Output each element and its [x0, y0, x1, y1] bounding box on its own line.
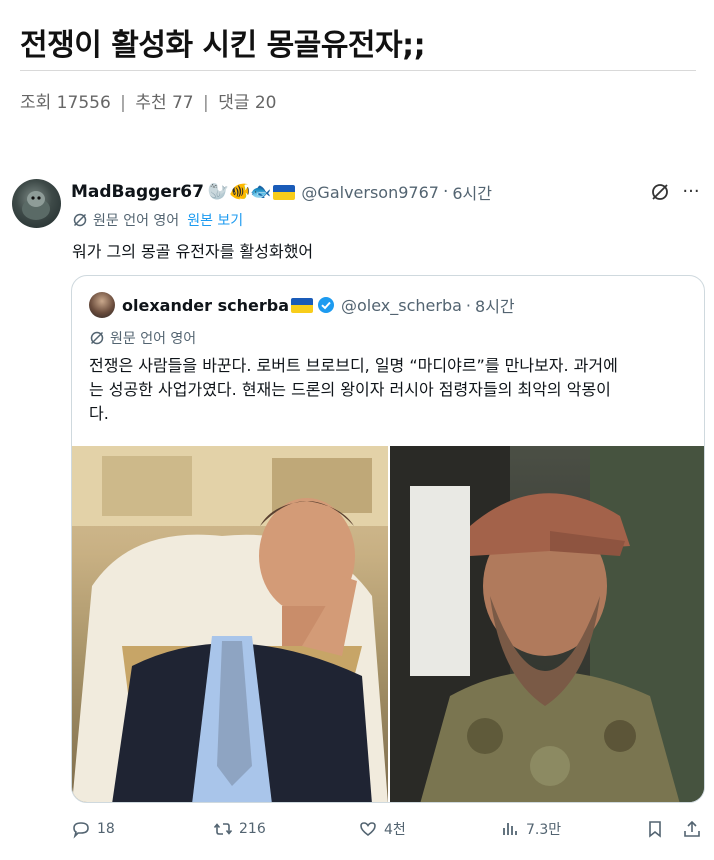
- name-emojis: 🦭🐠🐟: [207, 182, 272, 202]
- grok-icon[interactable]: [650, 182, 670, 202]
- views-button[interactable]: 7.3만: [500, 819, 561, 839]
- recommend-count: 추천 77: [135, 93, 194, 113]
- stats-separator: |: [120, 93, 126, 113]
- bar-chart-icon: [503, 823, 517, 835]
- comment-count[interactable]: 댓글 20: [218, 93, 276, 113]
- ukraine-flag-icon: [273, 184, 296, 200]
- share-button[interactable]: [682, 819, 708, 839]
- timestamp[interactable]: 6시간: [452, 180, 492, 204]
- post-stats: 조회 17556 | 추천 77 | 댓글 20: [20, 88, 277, 113]
- retweet-icon: [213, 823, 233, 835]
- post-title: 전쟁이 활성화 시킨 몽골유전자;;: [20, 28, 426, 63]
- show-original-link[interactable]: 원본 보기: [187, 210, 243, 230]
- bookmark-button[interactable]: [645, 819, 671, 839]
- translate-icon: [73, 213, 87, 227]
- share-icon: [684, 820, 700, 837]
- quoted-avatar[interactable]: [89, 292, 115, 318]
- heart-icon: [360, 822, 376, 836]
- embedded-tweet[interactable]: MadBagger67 🦭🐠🐟 @Galverson9767 · 6시간 ···…: [0, 160, 714, 860]
- separator-dot: ·: [465, 295, 472, 315]
- tweet-header: MadBagger67 🦭🐠🐟 @Galverson9767 · 6시간: [71, 180, 681, 204]
- translate-label: 원문 언어 영어: [93, 213, 180, 229]
- reply-button[interactable]: 18: [71, 819, 115, 839]
- reply-icon: [73, 822, 89, 839]
- display-name[interactable]: MadBagger67: [71, 182, 204, 202]
- more-options-icon[interactable]: ···: [680, 182, 702, 202]
- separator-dot: ·: [442, 182, 449, 202]
- quoted-display-name[interactable]: olexander scherba: [122, 296, 289, 315]
- quoted-header: olexander scherba @olex_scherba · 8시간: [122, 293, 515, 317]
- retweet-button[interactable]: 216: [213, 819, 266, 839]
- man-in-suit-photo[interactable]: [72, 446, 388, 802]
- quoted-translation-notice: 원문 언어 영어: [89, 328, 196, 348]
- reply-count: 18: [97, 821, 115, 837]
- ukraine-flag-icon: [291, 297, 313, 313]
- quoted-timestamp[interactable]: 8시간: [475, 293, 515, 317]
- avatar[interactable]: [12, 179, 61, 228]
- user-handle[interactable]: @Galverson9767: [301, 183, 439, 202]
- views-count: 조회 17556: [20, 93, 111, 113]
- bearded-man-in-cap-photo[interactable]: [390, 446, 704, 802]
- quoted-handle[interactable]: @olex_scherba: [341, 296, 462, 315]
- stats-separator: |: [203, 93, 209, 113]
- views-count: 7.3만: [526, 822, 562, 838]
- quoted-tweet[interactable]: olexander scherba @olex_scherba · 8시간 원문…: [71, 275, 705, 803]
- verified-badge-icon: [318, 297, 334, 313]
- like-count: 4천: [384, 822, 406, 838]
- title-divider: [20, 70, 696, 71]
- quoted-translate-label: 원문 언어 영어: [110, 331, 197, 347]
- tweet-text: 워가 그의 몽골 유전자를 활성화했어: [72, 242, 314, 261]
- quoted-text: 전쟁은 사람들을 바꾼다. 로버트 브로브디, 일명 “마디야르”를 만나보자.…: [89, 356, 618, 423]
- bookmark-icon: [649, 821, 661, 838]
- tweet-actions: 18 216 4천 7.3만: [0, 815, 714, 845]
- translation-notice: 원문 언어 영어 원본 보기: [72, 210, 243, 230]
- like-button[interactable]: 4천: [358, 819, 406, 839]
- translate-icon: [90, 331, 104, 345]
- retweet-count: 216: [239, 821, 266, 837]
